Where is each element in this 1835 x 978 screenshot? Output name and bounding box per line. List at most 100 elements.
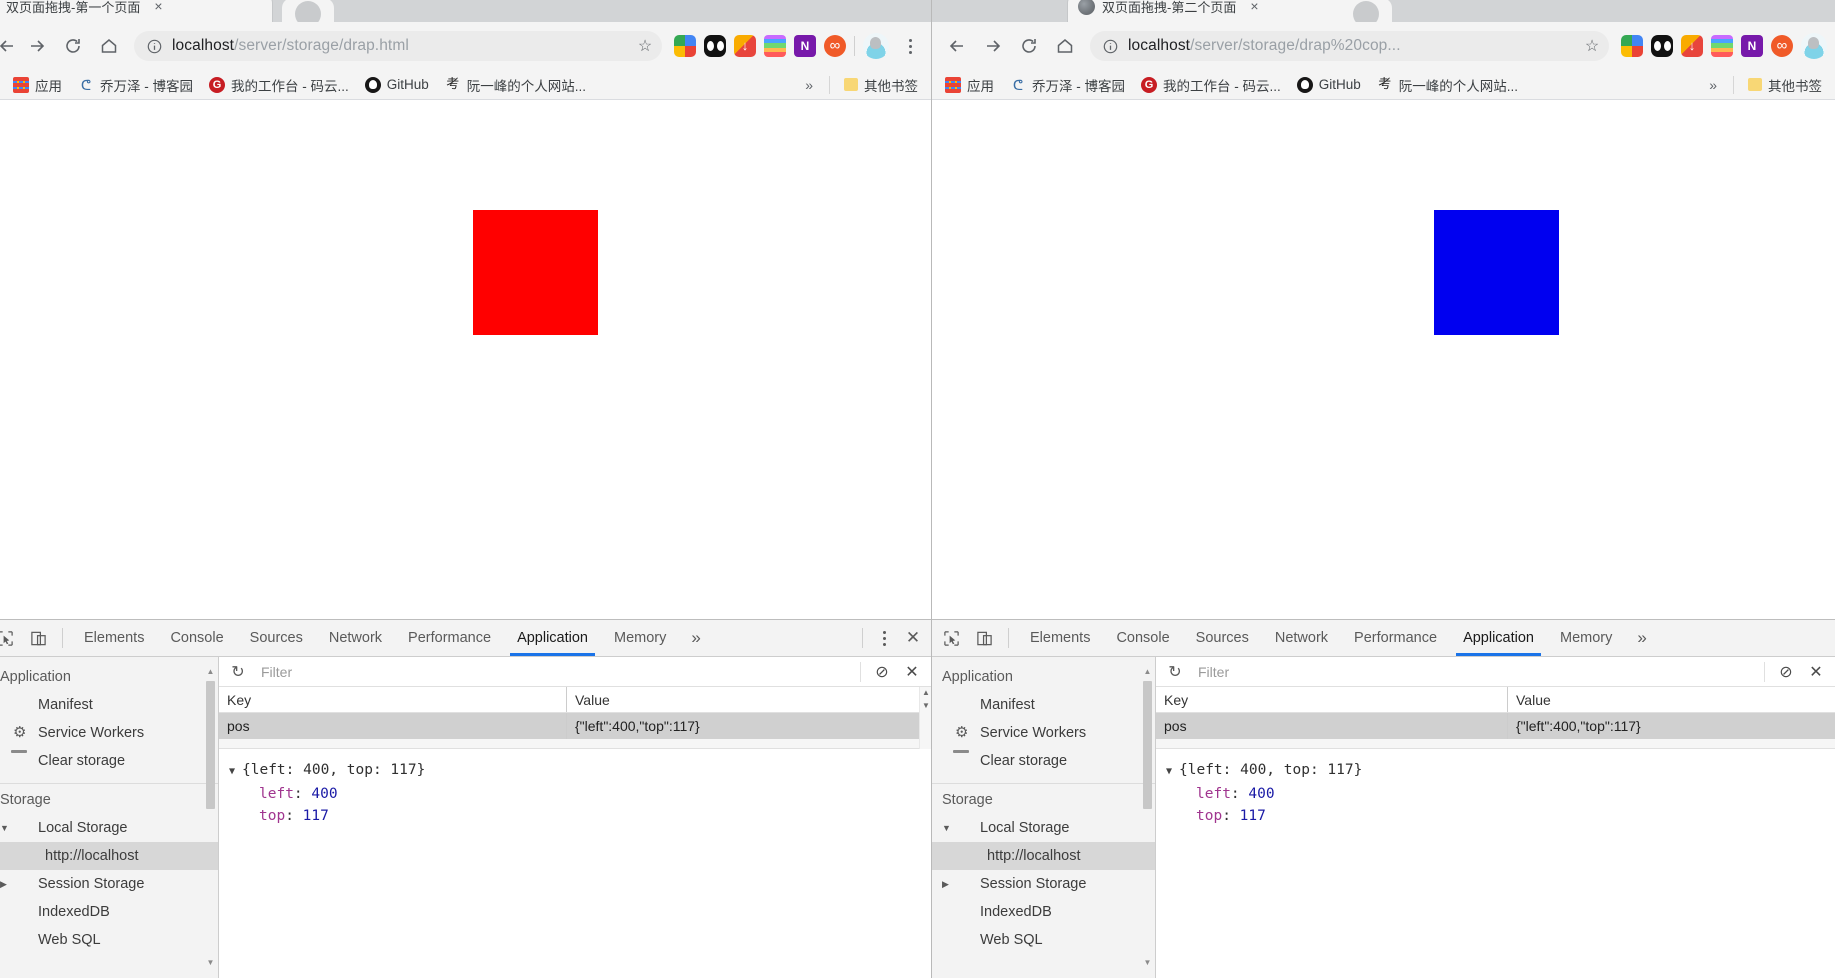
scroll-down-icon[interactable]: ▼ [206,958,215,968]
idm-extension-icon[interactable] [734,35,756,57]
back-button[interactable] [940,29,974,63]
tab-sources[interactable]: Sources [237,620,316,656]
bookmark-cnblogs[interactable]: ᕦ 乔万泽 - 博客园 [1003,73,1132,97]
sidebar-item-local-storage[interactable]: ▼ Local Storage [0,814,218,842]
delete-selected-icon[interactable]: ✕ [1801,662,1831,682]
bookmark-gitee[interactable]: G 我的工作台 - 码云... [202,73,356,97]
cell-value[interactable]: {"left":400,"top":117} [567,713,919,739]
cell-value[interactable]: {"left":400,"top":117} [1508,713,1835,739]
column-header-key[interactable]: Key [219,687,567,712]
chevron-down-icon[interactable]: ▼ [0,823,13,833]
devtools-close-icon[interactable]: ✕ [899,628,927,648]
cell-key[interactable]: pos [1156,713,1508,739]
devtools-more-tabs-icon[interactable]: » [1627,628,1656,648]
scroll-up-icon[interactable]: ▲ [921,688,931,697]
sidebar-item-localhost-origin[interactable]: http://localhost [932,842,1155,870]
chevron-down-icon[interactable]: ▼ [942,823,955,833]
filter-input[interactable]: Filter [1190,664,1758,680]
profile-avatar[interactable] [863,33,889,59]
home-button[interactable] [1048,29,1082,63]
scrollbar-thumb[interactable] [206,681,215,809]
sidebar-item-web-sql[interactable]: Web SQL [932,926,1155,954]
bookmarks-overflow-icon[interactable]: » [796,77,822,93]
tab-network[interactable]: Network [1262,620,1341,656]
address-bar-right[interactable]: localhost/server/storage/drap%20cop... ☆ [1090,31,1609,61]
table-scrollbar-left[interactable]: ▲ ▼ [919,687,931,749]
infinity-newtab-extension-icon[interactable] [824,35,846,57]
draggable-box-red[interactable] [473,210,598,335]
bookmarks-overflow-icon[interactable]: » [1700,77,1726,93]
bookmark-gitee[interactable]: G 我的工作台 - 码云... [1134,73,1288,97]
sidebar-scrollbar-right[interactable]: ▲ ▼ [1142,667,1153,968]
sidebar-item-session-storage[interactable]: ▶ Session Storage [0,870,218,898]
sidebar-item-indexeddb[interactable]: IndexedDB [932,898,1155,926]
chevron-right-icon[interactable]: ▶ [942,879,955,890]
chevron-right-icon[interactable]: ▶ [0,879,13,890]
onenote-extension-icon[interactable] [1741,35,1763,57]
tab-sources[interactable]: Sources [1183,620,1262,656]
tab-close-icon[interactable]: × [1250,0,1258,13]
bookmark-star-icon[interactable]: ☆ [634,36,656,56]
device-toolbar-icon[interactable] [23,624,54,652]
reload-button[interactable] [1012,29,1046,63]
tab-performance[interactable]: Performance [395,620,504,656]
new-tab-button[interactable] [282,0,334,22]
sidebar-item-web-sql[interactable]: Web SQL [0,926,218,954]
delete-selected-icon[interactable]: ✕ [897,662,927,682]
bookmark-github[interactable]: GitHub [1290,75,1368,95]
address-bar-left[interactable]: localhost/server/storage/drap.html ☆ [134,31,662,61]
color-picker-extension-icon[interactable] [764,35,786,57]
table-row[interactable]: pos {"left":400,"top":117} [1156,713,1835,739]
other-bookmarks-folder[interactable]: 其他书签 [1741,73,1829,97]
scroll-up-icon[interactable]: ▲ [206,667,215,677]
other-bookmarks-folder[interactable]: 其他书签 [837,73,925,97]
site-info-icon[interactable] [1102,38,1119,55]
chrome-menu-button[interactable] [897,38,923,54]
devtools-settings-menu-icon[interactable] [871,630,897,646]
browser-tab-right[interactable]: 双页面拖拽-第二个页面 × [1068,0,1358,22]
column-header-value[interactable]: Value [567,687,919,712]
tab-elements[interactable]: Elements [1017,620,1103,656]
bookmark-github[interactable]: GitHub [358,75,436,95]
drive-extension-icon[interactable] [1621,35,1643,57]
bookmark-star-icon[interactable]: ☆ [1581,36,1603,56]
sidebar-item-service-workers[interactable]: ⚙ Service Workers [0,719,218,747]
device-toolbar-icon[interactable] [969,624,1000,652]
scroll-up-icon[interactable]: ▲ [1143,667,1152,677]
bookmark-ruanyifeng[interactable]: 考 阮一峰的个人网站... [438,73,593,97]
reload-button[interactable] [56,29,90,63]
sidebar-item-clear-storage[interactable]: Clear storage [932,747,1155,775]
bookmark-apps[interactable]: 应用 [938,73,1001,97]
tab-console[interactable]: Console [157,620,236,656]
tab-application[interactable]: Application [1450,620,1547,656]
sidebar-item-manifest[interactable]: Manifest [932,691,1155,719]
column-header-value[interactable]: Value [1508,687,1835,712]
devtools-more-tabs-icon[interactable]: » [681,628,710,648]
refresh-icon[interactable]: ↻ [1160,662,1190,682]
draggable-box-blue[interactable] [1434,210,1559,335]
tab-memory[interactable]: Memory [1547,620,1625,656]
clear-all-icon[interactable]: ⊘ [1771,662,1801,682]
clear-all-icon[interactable]: ⊘ [867,662,897,682]
forward-button[interactable] [976,29,1010,63]
infinity-newtab-extension-icon[interactable] [1771,35,1793,57]
color-picker-extension-icon[interactable] [1711,35,1733,57]
sidebar-item-localhost-origin[interactable]: http://localhost [0,842,218,870]
table-row[interactable]: pos {"left":400,"top":117} [219,713,919,739]
column-header-key[interactable]: Key [1156,687,1508,712]
inspect-element-icon[interactable] [0,624,21,652]
home-button[interactable] [92,29,126,63]
back-button[interactable] [0,29,18,63]
scroll-down-icon[interactable]: ▼ [921,701,931,710]
tab-performance[interactable]: Performance [1341,620,1450,656]
tab-memory[interactable]: Memory [601,620,679,656]
tab-close-icon[interactable]: × [154,0,162,13]
sidebar-item-manifest[interactable]: Manifest [0,691,218,719]
scrollbar-thumb[interactable] [1143,681,1152,809]
refresh-icon[interactable]: ↻ [223,662,253,682]
sidebar-scrollbar-left[interactable]: ▲ ▼ [205,667,216,968]
profile-avatar[interactable] [1801,33,1827,59]
bookmark-ruanyifeng[interactable]: 考 阮一峰的个人网站... [1370,73,1525,97]
cell-key[interactable]: pos [219,713,567,739]
preview-summary-row[interactable]: ▼ {left: 400, top: 117} [1166,759,1835,783]
